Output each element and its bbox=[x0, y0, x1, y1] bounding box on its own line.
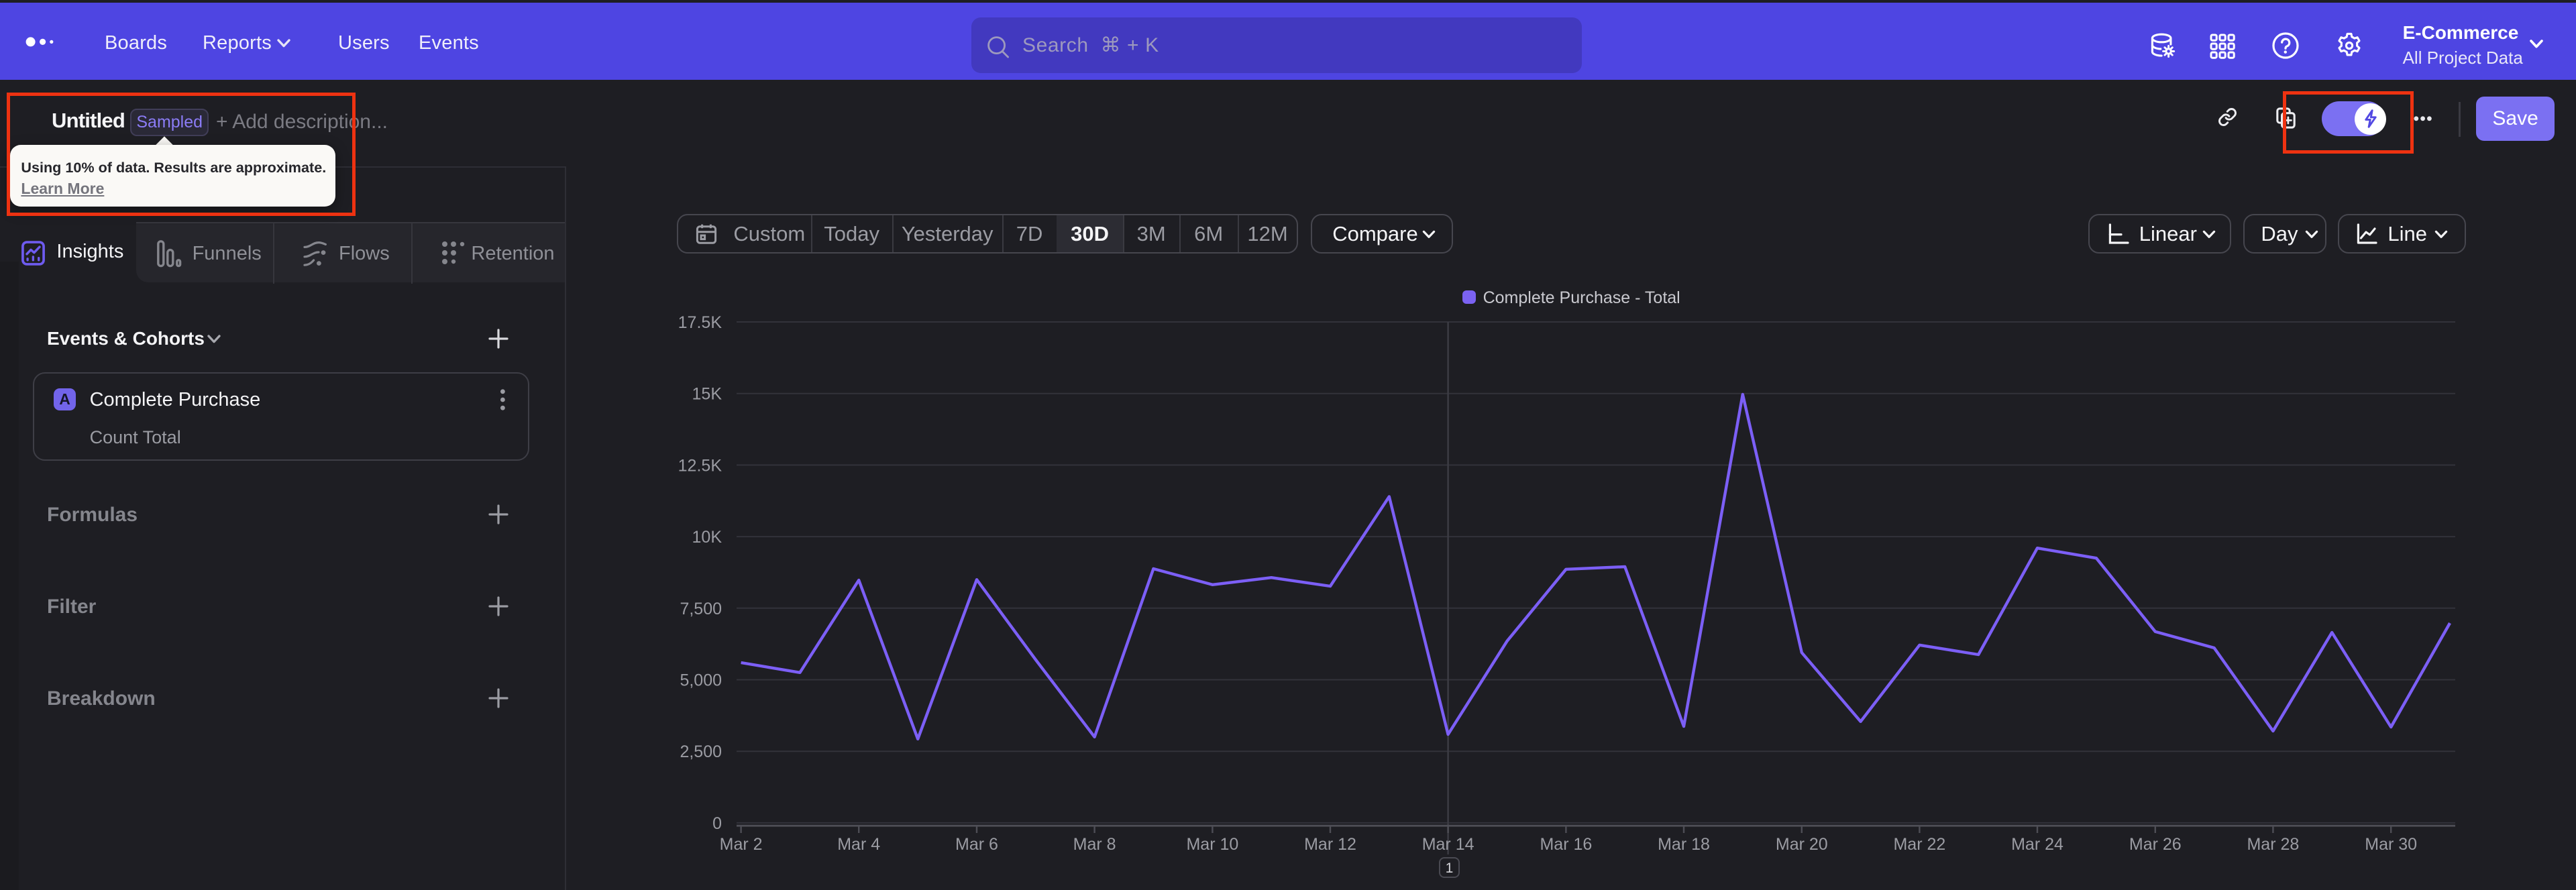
svg-text:2,500: 2,500 bbox=[680, 742, 722, 761]
svg-text:Mar 26: Mar 26 bbox=[2129, 835, 2182, 854]
svg-text:Mar 24: Mar 24 bbox=[2011, 835, 2063, 854]
svg-text:Mar 22: Mar 22 bbox=[1893, 835, 1945, 854]
svg-text:Mar 8: Mar 8 bbox=[1073, 835, 1116, 854]
svg-text:Mar 6: Mar 6 bbox=[955, 835, 998, 854]
svg-text:Mar 12: Mar 12 bbox=[1304, 835, 1356, 854]
svg-text:Mar 10: Mar 10 bbox=[1186, 835, 1238, 854]
svg-text:Mar 18: Mar 18 bbox=[1658, 835, 1710, 854]
svg-text:7,500: 7,500 bbox=[680, 600, 722, 618]
svg-text:Mar 14: Mar 14 bbox=[1422, 835, 1474, 854]
svg-text:12.5K: 12.5K bbox=[678, 456, 722, 475]
svg-text:15K: 15K bbox=[692, 385, 722, 404]
svg-text:10K: 10K bbox=[692, 528, 722, 547]
svg-text:Mar 28: Mar 28 bbox=[2247, 835, 2299, 854]
svg-text:Mar 16: Mar 16 bbox=[1540, 835, 1592, 854]
svg-text:Mar 30: Mar 30 bbox=[2365, 835, 2417, 854]
svg-text:5,000: 5,000 bbox=[680, 671, 722, 689]
svg-text:Mar 2: Mar 2 bbox=[720, 835, 763, 854]
svg-text:Mar 4: Mar 4 bbox=[837, 835, 880, 854]
svg-text:Mar 20: Mar 20 bbox=[1776, 835, 1828, 854]
svg-text:17.5K: 17.5K bbox=[678, 313, 722, 332]
svg-text:0: 0 bbox=[712, 814, 722, 833]
